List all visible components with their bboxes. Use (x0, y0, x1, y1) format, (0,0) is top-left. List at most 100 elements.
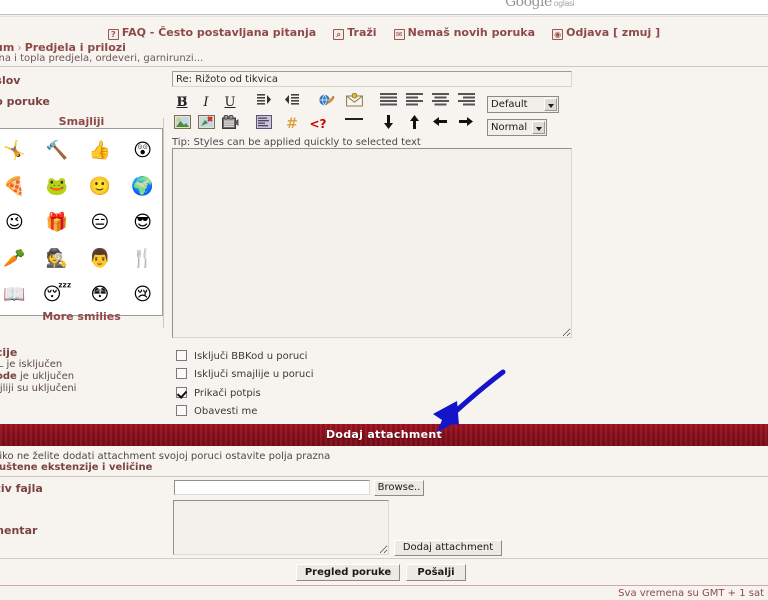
message-body-textarea[interactable] (172, 148, 572, 338)
comment-textarea[interactable] (173, 500, 389, 555)
smiley-cutlery[interactable]: 🍴 (131, 249, 153, 269)
search-icon: ⌕ (333, 28, 345, 40)
list-hash-icon[interactable]: # (282, 115, 302, 134)
align-left-icon[interactable] (404, 93, 424, 112)
top-divider-2 (0, 16, 768, 17)
footer-divider (0, 585, 768, 586)
attach-signature-checkbox[interactable]: Prikači potpis (176, 387, 261, 399)
font-size-select-value: Normal (491, 122, 528, 133)
envelope-icon: ✉ (393, 28, 405, 40)
arrow-left-icon[interactable] (430, 115, 450, 134)
email-icon[interactable] (344, 93, 364, 112)
italic-button[interactable]: I (196, 93, 216, 112)
smiley-reading[interactable]: 📖 (3, 285, 25, 305)
smiley-gift[interactable]: 🎁 (46, 213, 68, 233)
smiley-thumbs-up[interactable]: 👍 (89, 141, 111, 161)
horizontal-rule-icon[interactable] (344, 115, 364, 134)
attachment-section-title: Dodaj attachment (325, 428, 443, 441)
underline-button-2[interactable]: U (220, 93, 240, 112)
disable-smilies-checkbox[interactable]: Isključi smajlije u poruci (176, 368, 314, 380)
disable-bbcode-checkbox[interactable]: Isključi BBKod u poruci (176, 350, 307, 362)
chevron-down-icon (544, 98, 557, 111)
smiley-sleeping[interactable]: 😴 (43, 285, 72, 305)
smiley-sleepy-flat[interactable]: 😑 (90, 213, 109, 233)
forum-nav-links: ? FAQ - Često postavljana pitanja ⌕ Traži … (0, 22, 768, 40)
preview-message-button[interactable]: Pregled poruke (296, 564, 400, 581)
subject-label: aslov (0, 74, 21, 87)
quote-left-icon[interactable] (282, 93, 302, 112)
more-smilies-link[interactable]: More smilies (0, 310, 163, 323)
attachment-note: koliko ne želite dodati attachment svojo… (0, 451, 331, 462)
top-divider (0, 14, 768, 15)
smiley-cheerleader[interactable]: 🤸 (3, 141, 25, 161)
smiley-detective[interactable]: 🕵 (46, 249, 68, 269)
options-note-bbcode: BCode je uključen (0, 371, 74, 382)
bottom-divider (0, 558, 768, 559)
nav-link-messages[interactable]: ✉ Nemaš novih poruka (393, 25, 536, 40)
arrow-right-icon[interactable] (456, 115, 476, 134)
options-note-smilies: majliji su uključeni (0, 383, 77, 394)
toolbar-tip: Tip: Styles can be applied quickly to se… (172, 137, 421, 148)
breadcrumb-divider (0, 66, 768, 67)
arrow-down-icon[interactable] (378, 115, 398, 134)
chevron-down-icon (532, 121, 545, 134)
smiley-globe[interactable]: 🌍 (131, 177, 153, 197)
smiley-happy[interactable]: 🙂 (89, 177, 111, 197)
checkbox-box[interactable] (176, 368, 187, 379)
forum-post-reply-page: Google oglasi ? FAQ - Često postavljana pi… (0, 0, 768, 600)
smiley-chef-hat[interactable]: 👨 (89, 249, 111, 269)
logout-icon: ◉ (552, 28, 564, 40)
attachment-divider (0, 476, 768, 477)
smiley-chef-pizza[interactable]: 🍕 (3, 177, 25, 197)
underline-button[interactable]: U (172, 93, 192, 112)
url-link-icon[interactable] (316, 93, 336, 112)
nav-link-messages-label: Nemaš novih poruka (407, 25, 536, 39)
flash-icon[interactable] (196, 115, 216, 134)
subject-input[interactable] (172, 71, 572, 87)
smiley-hammer[interactable]: 🔨 (46, 141, 68, 161)
add-attachment-button[interactable]: Dodaj attachment (394, 540, 502, 556)
smiley-frog[interactable]: 🐸 (46, 177, 68, 197)
nav-link-logout[interactable]: ◉ Odjava [ zmuj ] (552, 26, 660, 40)
options-note-bbcode-bold: BCode (0, 371, 17, 382)
font-family-select-value: Default (491, 99, 528, 110)
options-note-bbcode-text: je uključen (16, 371, 75, 382)
arrow-up-icon[interactable] (404, 115, 424, 134)
php-code-icon[interactable]: <? (308, 115, 328, 134)
disable-bbcode-label: Isključi BBKod u poruci (194, 351, 308, 362)
checkbox-box[interactable] (176, 350, 187, 361)
video-icon[interactable] (220, 115, 240, 134)
smilies-title: Smajliji (58, 115, 105, 128)
align-justify-icon[interactable] (378, 93, 398, 112)
smiley-carrot[interactable]: 🥕 (3, 249, 25, 269)
filename-input[interactable] (174, 480, 370, 495)
code-block-icon[interactable] (254, 115, 274, 134)
submit-message-button[interactable]: Pošalji (406, 564, 466, 581)
message-body-label: elo poruke (0, 95, 50, 108)
smiley-embarrassed[interactable]: 😳 (90, 285, 109, 305)
nav-link-faq[interactable]: ? FAQ - Često postavljana pitanja (107, 25, 317, 40)
checkbox-box[interactable] (176, 405, 187, 416)
image-icon[interactable] (172, 115, 192, 134)
nav-link-search[interactable]: ⌕ Traži (333, 26, 377, 40)
notify-me-checkbox[interactable]: Obavesti me (176, 405, 257, 417)
filename-label: aziv fajla (0, 482, 43, 495)
align-center-icon[interactable] (430, 93, 450, 112)
browse-button[interactable]: Browse.. (374, 480, 424, 496)
nav-link-faq-label: FAQ - Često postavljana pitanja (121, 25, 317, 39)
smiley-cool-sunglasses[interactable]: 😎 (133, 213, 152, 233)
font-size-select[interactable]: Normal (487, 119, 547, 136)
font-family-select[interactable]: Default (487, 96, 559, 113)
options-label: pcije (0, 346, 18, 359)
checkbox-box-checked[interactable] (176, 387, 187, 398)
timezone-note: Sva vremena su GMT + 1 sat (618, 588, 764, 599)
quote-right-icon[interactable] (254, 93, 274, 112)
smiley-crying[interactable]: 😢 (133, 285, 152, 305)
options-note-html: TML je isključen (0, 359, 63, 370)
smiley-wink[interactable]: 😉 (5, 213, 24, 233)
breadcrumb-description: adna i topla predjela, ordeveri, garniru… (0, 53, 204, 64)
disable-smilies-label: Isključi smajlije u poruci (194, 369, 314, 380)
smilies-panel: 🤸 🔨 👍 😲 🍕 🐸 🙂 🌍 😉 🎁 😑 😎 🥕 🕵 👨 🍴 📖 😴 😳 😢 (0, 128, 163, 316)
align-right-icon[interactable] (456, 93, 476, 112)
smiley-surprised[interactable]: 😲 (133, 141, 152, 161)
